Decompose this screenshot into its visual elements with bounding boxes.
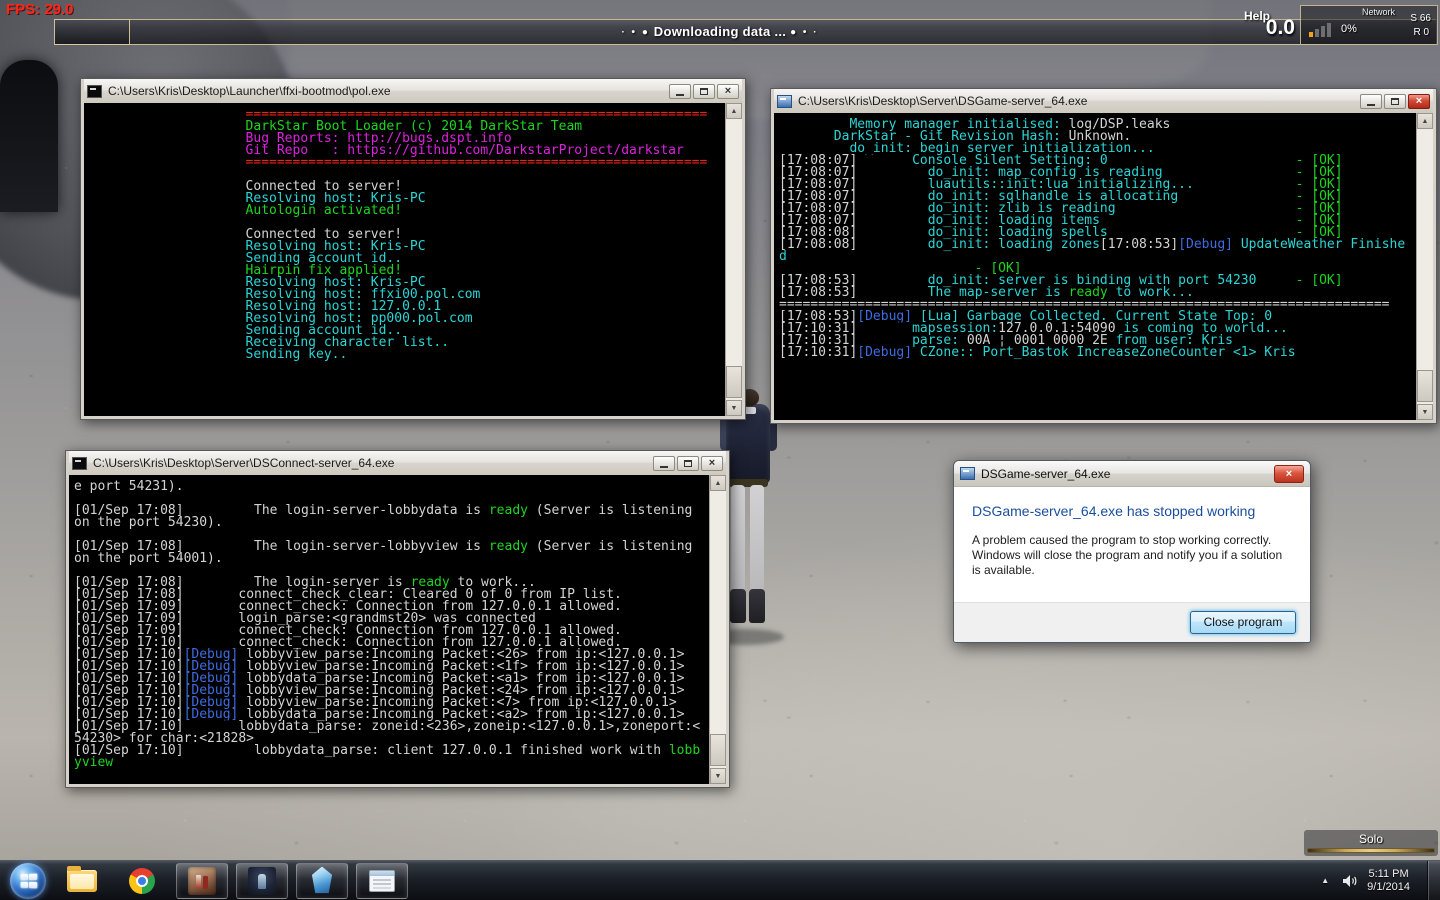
minimize-button[interactable] [669, 84, 691, 99]
party-mode-label: Solo [1307, 832, 1435, 846]
pol-scrollbar[interactable]: ▲ ▼ [725, 103, 742, 416]
playonline-crystal-icon [310, 867, 334, 895]
close-button[interactable]: × [1274, 465, 1304, 483]
clock-date: 9/1/2014 [1367, 881, 1410, 893]
clock-time: 5:11 PM [1369, 868, 1409, 880]
crash-dialog-title: DSGame-server_64.exe [981, 467, 1268, 481]
character-boot [749, 589, 765, 623]
hud-counter-value: 0.0 [1266, 16, 1295, 40]
crash-dialog-body: DSGame-server_64.exe has stopped working… [954, 487, 1310, 602]
maximize-button[interactable] [693, 84, 715, 99]
character-boot [730, 589, 746, 623]
character-leg [750, 485, 764, 591]
dsgame-scrollbar[interactable]: ▲ ▼ [1416, 113, 1433, 420]
network-signal-icon [1309, 23, 1331, 37]
taskbar-chrome-button[interactable] [116, 863, 168, 899]
dsconnect-titlebar[interactable]: C:\Users\Kris\Desktop\Server\DSConnect-s… [69, 451, 726, 475]
network-panel: Network 0% S 66 R 0 [1300, 5, 1438, 45]
start-button[interactable] [10, 863, 46, 899]
crash-dialog-footer: Close program [954, 602, 1310, 642]
scroll-up-button[interactable]: ▲ [1417, 113, 1433, 129]
tray-expand-icon[interactable]: ▲ [1317, 876, 1333, 885]
scroll-up-button[interactable]: ▲ [726, 103, 742, 119]
server-app-icon [960, 467, 975, 480]
party-status-plate: Solo [1304, 830, 1438, 856]
close-button[interactable]: × [717, 84, 739, 99]
pol-console-output: [09/01/14 17:09:41] ====================… [84, 103, 725, 416]
crash-dialog-titlebar[interactable]: DSGame-server_64.exe × [954, 461, 1310, 487]
dsgame-titlebar[interactable]: C:\Users\Kris\Desktop\Server\DSGame-serv… [774, 89, 1433, 113]
taskbar-playonline-button[interactable] [296, 863, 348, 899]
scroll-down-button[interactable]: ▼ [1417, 404, 1433, 420]
show-desktop-button[interactable] [1427, 861, 1440, 900]
console-app-icon [72, 457, 87, 470]
dsconnect-console-output: e port 54231). [01/Sep 17:08][Status] Th… [69, 475, 709, 784]
pol-titlebar[interactable]: C:\Users\Kris\Desktop\Launcher\ffxi-boot… [84, 79, 742, 103]
dsgame-console-output: [Status] Memory manager initialised: log… [774, 113, 1416, 420]
volume-icon[interactable] [1342, 874, 1358, 888]
network-send: S 66 [1410, 13, 1431, 24]
maximize-button[interactable] [677, 456, 699, 471]
system-tray: ▲ 5:11 PM 9/1/2014 [1317, 861, 1440, 900]
dsconnect-window-title: C:\Users\Kris\Desktop\Server\DSConnect-s… [93, 456, 647, 470]
ffxi-launcher-icon [188, 867, 216, 895]
scroll-down-button[interactable]: ▼ [710, 768, 726, 784]
console-app-icon [87, 85, 102, 98]
minimize-button[interactable] [653, 456, 675, 471]
windows-flag-icon [21, 873, 38, 888]
server-app-icon [777, 95, 792, 108]
download-status-text: · • ● Downloading data ... ● • · [0, 19, 1440, 45]
crash-heading: DSGame-server_64.exe has stopped working [972, 503, 1292, 519]
scroll-down-button[interactable]: ▼ [726, 400, 742, 416]
fps-counter: FPS: 29.0 [6, 1, 74, 18]
taskbar-clock[interactable]: 5:11 PM 9/1/2014 [1367, 868, 1418, 894]
close-button[interactable]: × [1408, 94, 1430, 109]
scroll-thumb[interactable] [726, 366, 742, 398]
taskbar-explorer-button[interactable] [56, 863, 108, 899]
window-dsgame-console: C:\Users\Kris\Desktop\Server\DSGame-serv… [770, 88, 1437, 424]
game-icon [248, 867, 276, 895]
download-message: Downloading data ... [654, 24, 786, 39]
window-app-icon [369, 870, 395, 892]
dsgame-window-title: C:\Users\Kris\Desktop\Server\DSGame-serv… [798, 94, 1354, 108]
scroll-thumb[interactable] [1417, 370, 1433, 402]
taskbar-ffxi-button[interactable] [176, 863, 228, 899]
party-hp-bar [1307, 848, 1435, 853]
desktop-screen: · • ● Downloading data ... ● • · Help 0.… [0, 0, 1440, 900]
close-program-button[interactable]: Close program [1190, 611, 1296, 634]
taskbar-game-button[interactable] [236, 863, 288, 899]
window-pol-console: C:\Users\Kris\Desktop\Launcher\ffxi-boot… [80, 78, 746, 420]
maximize-button[interactable] [1384, 94, 1406, 109]
window-dsconnect-console: C:\Users\Kris\Desktop\Server\DSConnect-s… [65, 450, 730, 788]
explorer-icon [67, 870, 97, 892]
dsconnect-scrollbar[interactable]: ▲ ▼ [709, 475, 726, 784]
crash-dialog: DSGame-server_64.exe × DSGame-server_64.… [953, 460, 1311, 643]
scroll-thumb[interactable] [710, 734, 726, 766]
dsconnect-console: e port 54231). [01/Sep 17:08][Status] Th… [69, 475, 726, 784]
character-leg [731, 485, 745, 591]
minimize-button[interactable] [1360, 94, 1382, 109]
dsgame-console: [Status] Memory manager initialised: log… [774, 113, 1433, 420]
network-percent: 0% [1341, 23, 1357, 35]
pol-console: [09/01/14 17:09:41] ====================… [84, 103, 742, 416]
taskbar-server-app-button[interactable] [356, 863, 408, 899]
close-button[interactable]: × [701, 456, 723, 471]
pol-window-title: C:\Users\Kris\Desktop\Launcher\ffxi-boot… [108, 84, 663, 98]
scroll-up-button[interactable]: ▲ [710, 475, 726, 491]
game-hud-top: · • ● Downloading data ... ● • · Help 0.… [0, 0, 1440, 52]
loading-dots-right: ● • · [790, 27, 818, 38]
network-recv: R 0 [1413, 27, 1429, 38]
network-label: Network [1362, 7, 1395, 17]
loading-dots-left: · • ● [621, 27, 649, 38]
taskbar: ▲ 5:11 PM 9/1/2014 [0, 860, 1440, 900]
chrome-icon [129, 868, 155, 894]
crash-message: A problem caused the program to stop wor… [972, 533, 1287, 578]
